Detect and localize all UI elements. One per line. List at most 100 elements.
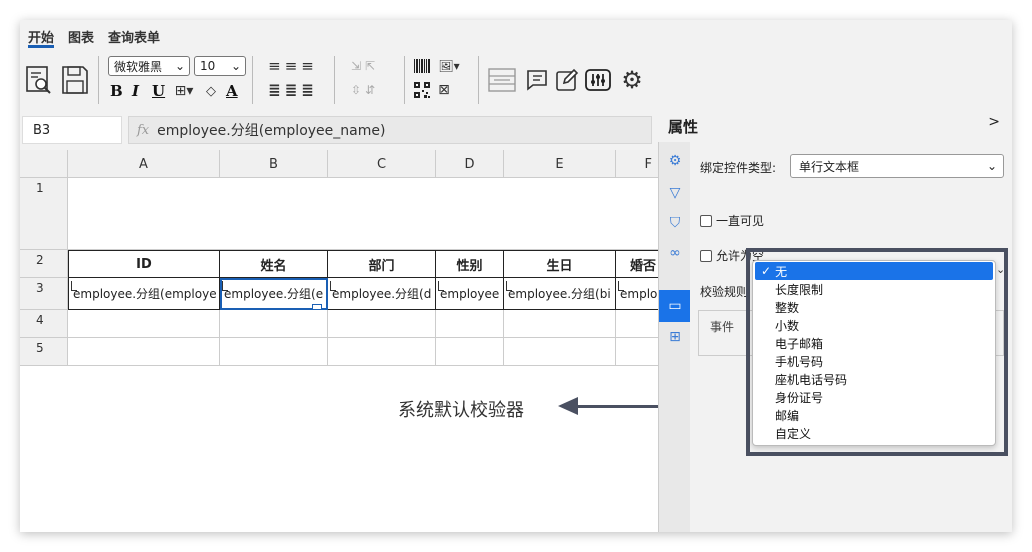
font-size-select[interactable]: 10 ⌄ xyxy=(194,56,246,76)
checkbox-box[interactable] xyxy=(700,249,712,262)
always-visible-checkbox[interactable]: 一直可见 xyxy=(700,212,764,229)
header-cell-birthday[interactable]: 生日 xyxy=(504,250,616,278)
header-cell-id[interactable]: ID xyxy=(68,250,220,278)
cell-d5[interactable] xyxy=(436,338,504,366)
row-header-1[interactable]: 1 xyxy=(20,178,68,250)
validation-option-email[interactable]: 电子邮箱 xyxy=(753,334,995,352)
cell-e4[interactable] xyxy=(504,310,616,338)
cell-c5[interactable] xyxy=(328,338,436,366)
validation-option-mobile[interactable]: 手机号码 xyxy=(753,352,995,370)
chevron-down-icon: ⌄ xyxy=(174,59,185,73)
gear-icon[interactable]: ⚙ xyxy=(618,66,646,94)
italic-button[interactable]: I xyxy=(132,82,139,100)
formula-bar[interactable]: fx employee.分组(employee_name) xyxy=(128,116,652,144)
validation-option-decimal[interactable]: 小数 xyxy=(753,316,995,334)
column-header-f[interactable]: F xyxy=(616,150,658,178)
column-header-row: A B C D E F xyxy=(20,150,658,178)
cell-b5[interactable] xyxy=(220,338,328,366)
properties-title: 属性 xyxy=(668,118,699,136)
checkbox-box[interactable] xyxy=(700,214,712,227)
merge-cells-icon[interactable] xyxy=(486,66,518,94)
cell-row1-merged[interactable] xyxy=(68,178,658,250)
format-painter-icon[interactable]: ⛉ xyxy=(666,214,684,232)
form-template-icon[interactable] xyxy=(524,66,550,94)
column-header-d[interactable]: D xyxy=(436,150,504,178)
header-cell-department[interactable]: 部门 xyxy=(328,250,436,278)
row-header-3[interactable]: 3 xyxy=(20,278,68,310)
form-control-icon[interactable]: ▭ xyxy=(659,290,691,322)
row-header-2[interactable]: 2 xyxy=(20,250,68,278)
insert-col-icons[interactable]: ⇳⇵ xyxy=(342,80,388,100)
data-cell-a3[interactable]: employee.分组(employe xyxy=(68,278,220,310)
function-icon: fx xyxy=(137,122,150,138)
checkmark-icon: ✓ xyxy=(761,264,772,278)
control-type-select[interactable]: 单行文本框 ⌄ xyxy=(790,154,1004,178)
chevron-down-icon: ⌄ xyxy=(996,263,1006,276)
data-cell-c3[interactable]: employee.分组(d xyxy=(328,278,436,310)
cell-b4[interactable] xyxy=(220,310,328,338)
data-cell-e3[interactable]: employee.分组(bi xyxy=(504,278,616,310)
cell-f5[interactable] xyxy=(616,338,658,366)
column-header-a[interactable]: A xyxy=(68,150,220,178)
validation-option-integer[interactable]: 整数 xyxy=(753,298,995,316)
validation-option-none[interactable]: ✓ 无 xyxy=(755,262,993,280)
properties-sidebar: ⚙ ▽ ⛉ ∞ ▭ ⊞ xyxy=(658,142,691,532)
insert-row-icons[interactable]: ⇲⇱ xyxy=(342,56,388,76)
font-size-value: 10 xyxy=(200,59,216,73)
validation-option-id-number[interactable]: 身份证号 xyxy=(753,388,995,406)
tab-chart[interactable]: 图表 xyxy=(68,26,94,50)
image-icon[interactable]: 🖼▾ xyxy=(434,56,464,76)
link-icon[interactable]: ∞ xyxy=(666,244,684,262)
row-header-4[interactable]: 4 xyxy=(20,310,68,338)
fill-color-icon[interactable]: ◇ xyxy=(202,82,220,100)
data-cell-d3[interactable]: employee xyxy=(436,278,504,310)
header-cell-married[interactable]: 婚否 xyxy=(616,250,658,278)
font-family-select[interactable]: 微软雅黑 ⌄ xyxy=(108,56,190,76)
column-header-b[interactable]: B xyxy=(220,150,328,178)
row-header-5[interactable]: 5 xyxy=(20,338,68,366)
validation-option-length[interactable]: 长度限制 xyxy=(753,280,995,298)
preview-icon[interactable] xyxy=(24,64,54,96)
save-icon[interactable] xyxy=(60,64,90,96)
validation-rule-label: 校验规则 xyxy=(700,285,749,299)
cell-a5[interactable] xyxy=(68,338,220,366)
validation-rule-dropdown[interactable]: ✓ 无 长度限制 整数 小数 电子邮箱 手机号码 座机电话号码 身份证号 邮编 … xyxy=(752,260,996,446)
qrcode-icon[interactable] xyxy=(412,80,432,100)
components-icon[interactable]: ⊞ xyxy=(666,328,684,346)
tab-query-form[interactable]: 查询表单 xyxy=(108,26,160,50)
cell-e5[interactable] xyxy=(504,338,616,366)
font-color-button[interactable]: A xyxy=(226,82,238,100)
validation-option-postcode[interactable]: 邮编 xyxy=(753,406,995,424)
column-header-c[interactable]: C xyxy=(328,150,436,178)
cell-reference-box[interactable]: B3 xyxy=(22,116,122,144)
filter-icon[interactable]: ▽ xyxy=(666,184,684,202)
edit-icon[interactable] xyxy=(554,66,580,94)
header-cell-gender[interactable]: 性别 xyxy=(436,250,504,278)
toolbar: 微软雅黑 ⌄ 10 ⌄ B I U ⊞▾ ◇ A ≡≡≡ ≣≣≣ ⇲⇱ ⇳⇵ 🖼… xyxy=(20,54,1012,106)
barcode-icon[interactable] xyxy=(412,56,432,76)
validation-option-landline[interactable]: 座机电话号码 xyxy=(753,370,995,388)
picture-frame-icon[interactable]: ⊠ xyxy=(434,80,454,100)
vertical-align-icons[interactable]: ≡≡≡ xyxy=(260,56,326,76)
validation-option-custom[interactable]: 自定义 xyxy=(753,424,995,442)
settings-sliders-icon[interactable] xyxy=(584,66,612,94)
bold-button[interactable]: B xyxy=(110,82,123,100)
data-cell-f3[interactable]: emplo xyxy=(616,278,658,310)
annotation-text: 系统默认校验器 xyxy=(398,400,524,421)
corner-cell[interactable] xyxy=(20,150,68,178)
column-header-e[interactable]: E xyxy=(504,150,616,178)
cell-c4[interactable] xyxy=(328,310,436,338)
cell-a4[interactable] xyxy=(68,310,220,338)
chevron-down-icon: ⌄ xyxy=(986,159,997,173)
cell-f4[interactable] xyxy=(616,310,658,338)
horizontal-align-icons[interactable]: ≣≣≣ xyxy=(260,80,326,100)
underline-button[interactable]: U xyxy=(152,82,165,100)
collapse-panel-button[interactable]: > xyxy=(988,114,1000,130)
header-cell-name[interactable]: 姓名 xyxy=(220,250,328,278)
control-type-label: 绑定控件类型: xyxy=(700,161,777,175)
cell-d4[interactable] xyxy=(436,310,504,338)
tab-start[interactable]: 开始 xyxy=(28,26,55,48)
control-type-value: 单行文本框 xyxy=(799,159,860,174)
border-icon[interactable]: ⊞▾ xyxy=(170,82,198,100)
cell-settings-icon[interactable]: ⚙ xyxy=(666,152,684,170)
